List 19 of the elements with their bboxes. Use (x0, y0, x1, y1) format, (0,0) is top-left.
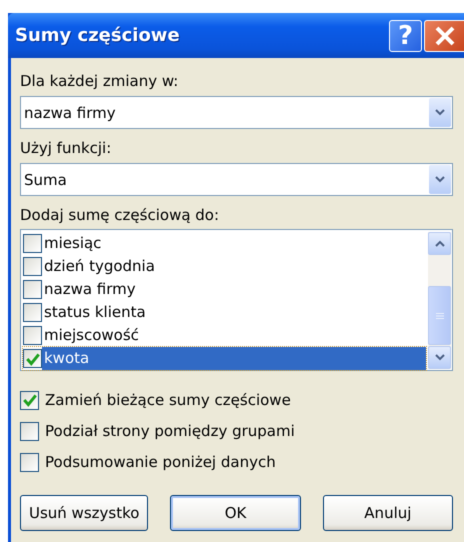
field-label: Dla każdej zmiany w: (20, 72, 180, 90)
list-item[interactable]: miejscowość (42, 324, 426, 347)
checkbox-label[interactable]: Podsumowanie poniżej danych (45, 453, 276, 471)
list-label: Dodaj sumę częściową do: (20, 206, 220, 224)
help-button[interactable]: ? (389, 20, 422, 52)
list-item[interactable]: miesiąc (42, 232, 426, 255)
list-item[interactable]: nazwa firmy (42, 278, 426, 301)
dialog-button[interactable]: Usuń wszystko (20, 495, 148, 531)
window-title: Sumy częściowe (15, 25, 181, 46)
checkbox-label[interactable]: Podział strony pomiędzy grupami (45, 422, 295, 440)
checkbox-label[interactable]: Zamień bieżące sumy częściowe (45, 391, 291, 409)
dialog-button[interactable]: OK (170, 495, 301, 531)
list-item[interactable]: dzień tygodnia (42, 255, 426, 278)
field-label: Użyj funkcji: (20, 139, 112, 157)
dialog-button[interactable]: Anuluj (322, 495, 454, 531)
dropdown-field[interactable]: nazwa firmy (20, 96, 453, 129)
dropdown-field[interactable]: Suma (20, 163, 453, 196)
list-item[interactable]: kwota (42, 347, 426, 370)
list-item[interactable]: status klienta (42, 301, 426, 324)
